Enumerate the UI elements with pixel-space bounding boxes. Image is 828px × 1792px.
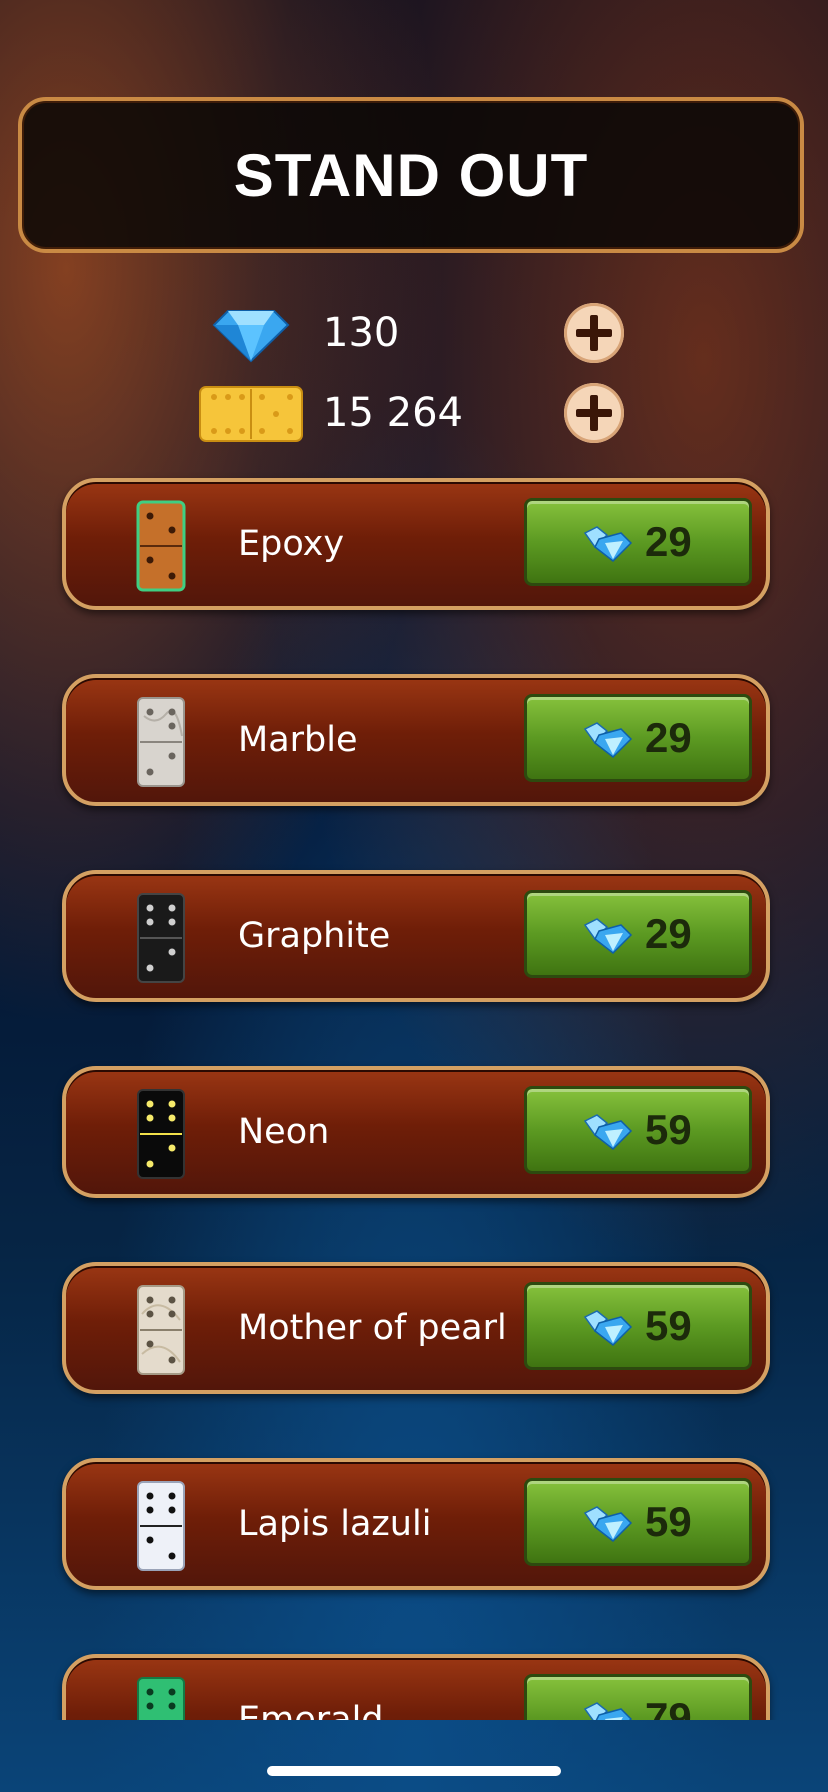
item-name: Epoxy [238, 524, 345, 564]
home-indicator[interactable] [267, 1766, 561, 1776]
list-item-neon: Neon 59 [62, 1066, 770, 1198]
gems-icon [583, 1702, 633, 1720]
item-name: Marble [238, 720, 358, 760]
price: 59 [645, 1302, 692, 1349]
domino-graphite-icon [137, 893, 185, 983]
gems-icon [583, 918, 633, 954]
item-name: Neon [238, 1112, 330, 1152]
buy-graphite-button[interactable]: 29 [524, 890, 752, 978]
buy-lapis-lazuli-button[interactable]: 59 [524, 1478, 752, 1566]
price: 59 [645, 1106, 692, 1153]
domino-epoxy-icon [136, 500, 186, 592]
list-item-graphite: Graphite 29 [62, 870, 770, 1002]
price: 29 [645, 910, 692, 957]
buy-emerald-button[interactable]: 79 [524, 1674, 752, 1720]
gems-icon [583, 722, 633, 758]
domino-neon-icon [137, 1089, 185, 1179]
price: 79 [645, 1694, 692, 1720]
gems-icon [583, 526, 633, 562]
domino-skin-list[interactable]: Epoxy 29 Marble 29 Graphite 29 Neon 59 M… [0, 0, 828, 1720]
price: 29 [645, 714, 692, 761]
list-item-marble: Marble 29 [62, 674, 770, 806]
domino-lapis-icon [137, 1481, 185, 1571]
domino-pearl-icon [137, 1285, 185, 1375]
gems-icon [583, 1506, 633, 1542]
buy-epoxy-button[interactable]: 29 [524, 498, 752, 586]
price: 29 [645, 518, 692, 565]
item-name: Emerald [238, 1700, 384, 1720]
list-item-epoxy: Epoxy 29 [62, 478, 770, 610]
item-name: Lapis lazuli [238, 1504, 432, 1544]
list-item-emerald: Emerald 79 [62, 1654, 770, 1720]
buy-neon-button[interactable]: 59 [524, 1086, 752, 1174]
domino-emerald-icon [137, 1677, 185, 1720]
list-item-lapis-lazuli: Lapis lazuli 59 [62, 1458, 770, 1590]
item-name: Mother of pearl [238, 1308, 507, 1348]
domino-marble-icon [137, 697, 185, 787]
buy-mother-of-pearl-button[interactable]: 59 [524, 1282, 752, 1370]
item-name: Graphite [238, 916, 391, 956]
list-item-mother-of-pearl: Mother of pearl 59 [62, 1262, 770, 1394]
price: 59 [645, 1498, 692, 1545]
gems-icon [583, 1114, 633, 1150]
gems-icon [583, 1310, 633, 1346]
buy-marble-button[interactable]: 29 [524, 694, 752, 782]
